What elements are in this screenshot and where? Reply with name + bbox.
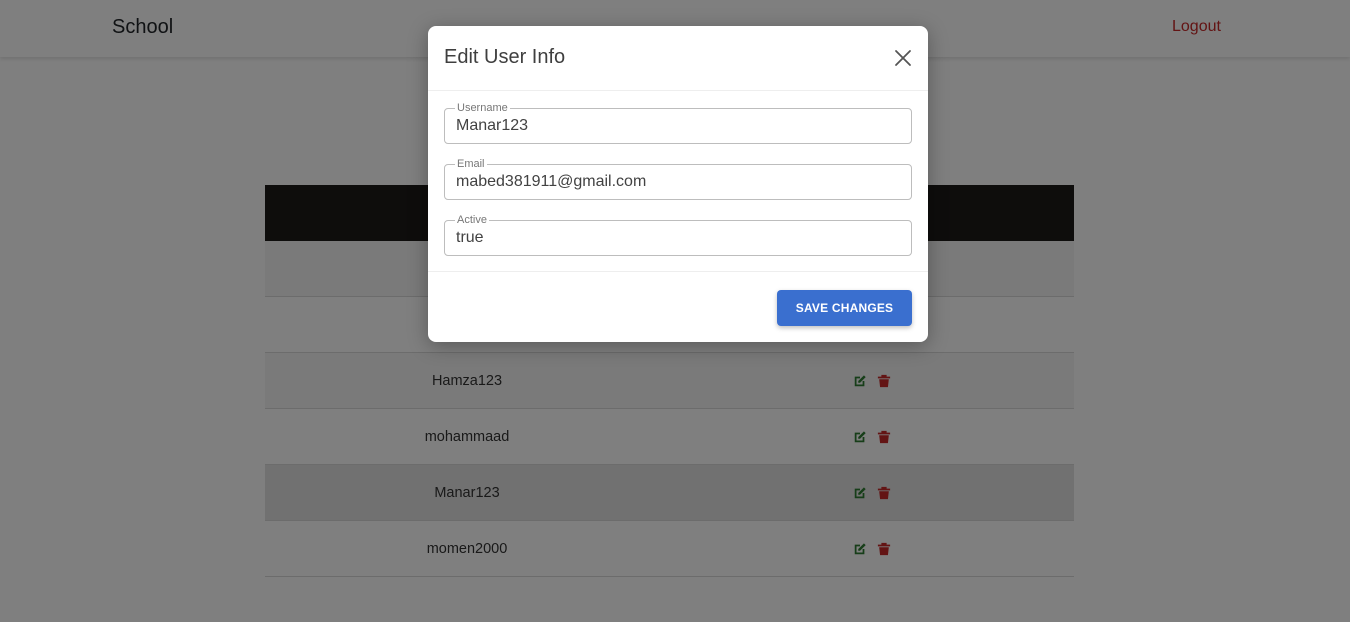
modal-body: Username Email Active <box>428 91 928 272</box>
email-field: Email <box>444 157 912 200</box>
username-field: Username <box>444 101 912 144</box>
modal-title: Edit User Info <box>444 46 566 68</box>
active-input[interactable] <box>456 221 906 255</box>
modal-header: Edit User Info <box>428 26 928 91</box>
active-field: Active <box>444 213 912 256</box>
username-input[interactable] <box>456 109 906 143</box>
close-icon[interactable] <box>894 49 912 67</box>
email-input[interactable] <box>456 165 906 199</box>
edit-user-modal: Edit User Info Username Email Active SAV… <box>428 26 928 342</box>
save-changes-button[interactable]: SAVE CHANGES <box>777 290 912 326</box>
